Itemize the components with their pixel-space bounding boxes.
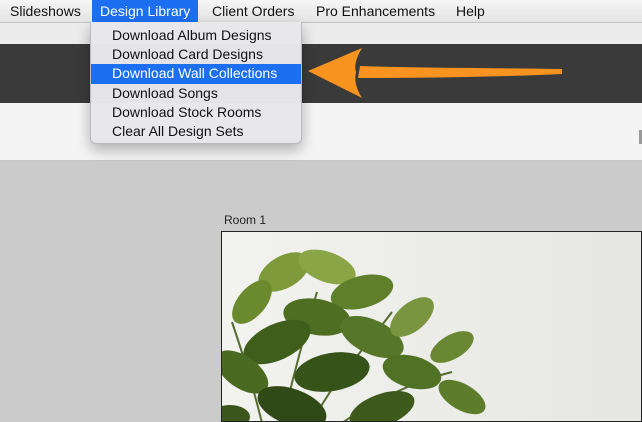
menu-item-download-card-designs[interactable]: Download Card Designs — [91, 45, 301, 64]
room-photo[interactable] — [221, 231, 642, 422]
design-library-dropdown: Download Album Designs Download Card Des… — [90, 22, 302, 144]
menu-item-download-stock-rooms[interactable]: Download Stock Rooms — [91, 103, 301, 122]
menu-item-clear-all-design-sets[interactable]: Clear All Design Sets — [91, 122, 301, 141]
annotation-arrow-icon — [308, 48, 562, 98]
menu-design-library[interactable]: Design Library — [92, 0, 199, 22]
menu-pro-enhancements[interactable]: Pro Enhancements — [308, 0, 443, 22]
menu-help[interactable]: Help — [448, 0, 493, 22]
menu-item-download-wall-collections[interactable]: Download Wall Collections — [91, 64, 301, 84]
menu-item-download-album-designs[interactable]: Download Album Designs — [91, 26, 301, 45]
menu-slideshows[interactable]: Slideshows — [2, 0, 89, 22]
plant-image — [222, 232, 641, 421]
menu-client-orders[interactable]: Client Orders — [204, 0, 302, 22]
menu-bar: Slideshows Design Library Client Orders … — [0, 0, 642, 23]
room-label: Room 1 — [224, 213, 267, 227]
menu-item-download-songs[interactable]: Download Songs — [91, 84, 301, 103]
